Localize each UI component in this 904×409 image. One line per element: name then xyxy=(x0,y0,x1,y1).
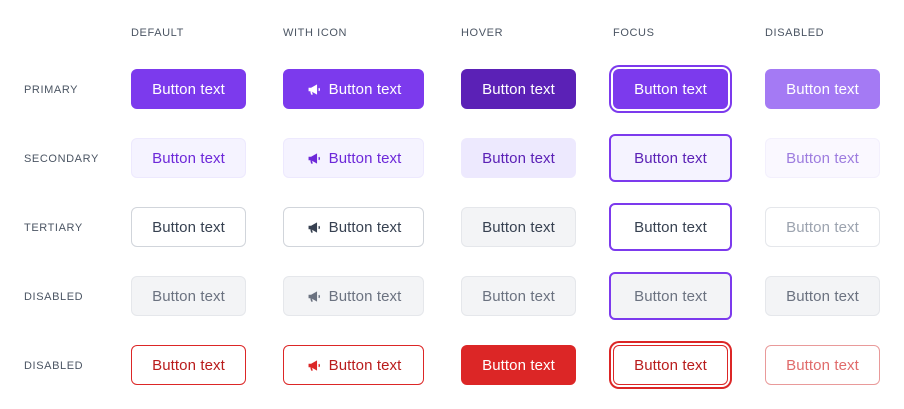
button-label: Button text xyxy=(786,80,859,98)
button-label: Button text xyxy=(634,218,707,236)
megaphone-icon xyxy=(306,150,323,167)
button-label: Button text xyxy=(328,356,402,374)
disabled-with-icon-button[interactable]: Button text xyxy=(283,276,424,316)
tertiary-focus-button[interactable]: Button text xyxy=(609,203,732,251)
disabled-focus-button[interactable]: Button text xyxy=(609,272,732,320)
disabled-default-button[interactable]: Button text xyxy=(131,276,246,316)
button-label: Button text xyxy=(786,287,859,305)
danger-default-button[interactable]: Button text xyxy=(131,345,246,385)
secondary-with-icon-button[interactable]: Button text xyxy=(283,138,424,178)
primary-focus-button[interactable]: Button text xyxy=(613,69,728,109)
primary-disabled-button[interactable]: Button text xyxy=(765,69,880,109)
column-header-default: DEFAULT xyxy=(131,27,184,39)
button-label: Button text xyxy=(152,218,225,236)
button-label: Button text xyxy=(482,287,555,305)
button-label: Button text xyxy=(328,287,402,305)
button-label: Button text xyxy=(634,356,707,374)
button-label: Button text xyxy=(786,356,859,374)
primary-default-button[interactable]: Button text xyxy=(131,69,246,109)
button-label: Button text xyxy=(152,356,225,374)
column-header-focus: FOCUS xyxy=(613,27,655,39)
row-header-secondary: SECONDARY xyxy=(24,153,99,165)
button-label: Button text xyxy=(482,218,555,236)
primary-with-icon-button[interactable]: Button text xyxy=(283,69,424,109)
button-label: Button text xyxy=(482,149,555,167)
megaphone-icon xyxy=(306,219,323,236)
button-label: Button text xyxy=(328,80,402,98)
disabled-disabled-button[interactable]: Button text xyxy=(765,276,880,316)
row-header-danger: DISABLED xyxy=(24,360,84,372)
megaphone-icon xyxy=(306,357,323,374)
button-label: Button text xyxy=(634,149,707,167)
button-label: Button text xyxy=(634,287,707,305)
disabled-hover-button[interactable]: Button text xyxy=(461,276,576,316)
button-label: Button text xyxy=(152,287,225,305)
button-label: Button text xyxy=(482,356,555,374)
button-label: Button text xyxy=(328,218,402,236)
tertiary-disabled-button[interactable]: Button text xyxy=(765,207,880,247)
column-header-with-icon: WITH ICON xyxy=(283,27,348,39)
button-label: Button text xyxy=(482,80,555,98)
secondary-disabled-button[interactable]: Button text xyxy=(765,138,880,178)
button-label: Button text xyxy=(152,80,225,98)
tertiary-hover-button[interactable]: Button text xyxy=(461,207,576,247)
button-label: Button text xyxy=(786,149,859,167)
button-label: Button text xyxy=(328,149,402,167)
button-label: Button text xyxy=(786,218,859,236)
button-label: Button text xyxy=(634,80,707,98)
row-header-disabled: DISABLED xyxy=(24,291,84,303)
secondary-default-button[interactable]: Button text xyxy=(131,138,246,178)
column-header-disabled: DISABLED xyxy=(765,27,825,39)
danger-focus-button[interactable]: Button text xyxy=(613,345,728,385)
secondary-focus-button[interactable]: Button text xyxy=(609,134,732,182)
row-header-primary: PRIMARY xyxy=(24,84,79,96)
primary-hover-button[interactable]: Button text xyxy=(461,69,576,109)
danger-hover-button[interactable]: Button text xyxy=(461,345,576,385)
row-header-tertiary: TERTIARY xyxy=(24,222,83,234)
secondary-hover-button[interactable]: Button text xyxy=(461,138,576,178)
danger-with-icon-button[interactable]: Button text xyxy=(283,345,424,385)
column-header-hover: HOVER xyxy=(461,27,504,39)
tertiary-default-button[interactable]: Button text xyxy=(131,207,246,247)
megaphone-icon xyxy=(306,81,323,98)
megaphone-icon xyxy=(306,288,323,305)
tertiary-with-icon-button[interactable]: Button text xyxy=(283,207,424,247)
button-label: Button text xyxy=(152,149,225,167)
danger-disabled-button[interactable]: Button text xyxy=(765,345,880,385)
